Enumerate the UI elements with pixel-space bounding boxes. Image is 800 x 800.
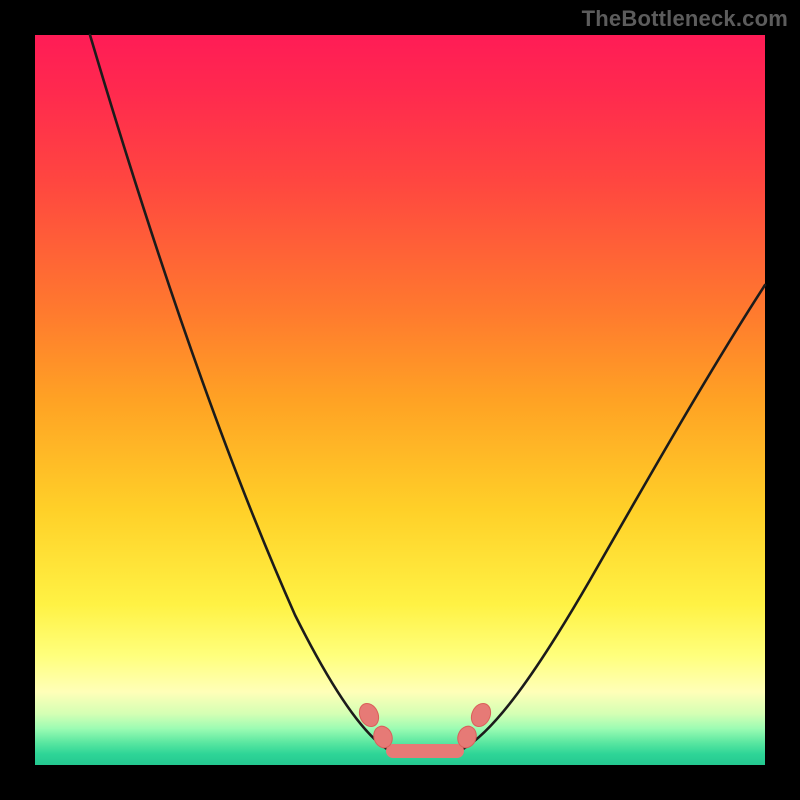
chart-frame: TheBottleneck.com (0, 0, 800, 800)
curve-left-branch (90, 35, 387, 749)
plot-area (35, 35, 765, 765)
bottleneck-curve (35, 35, 765, 765)
watermark-text: TheBottleneck.com (582, 6, 788, 32)
bead-left-upper (356, 700, 382, 729)
curve-right-branch (463, 285, 765, 749)
